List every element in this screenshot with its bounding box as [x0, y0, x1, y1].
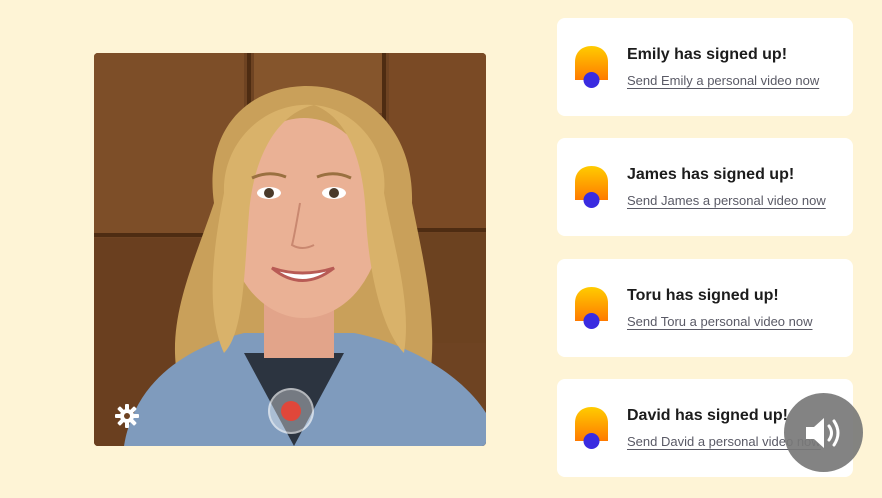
gear-icon: [115, 404, 139, 428]
sound-toggle-button[interactable]: [784, 393, 863, 472]
notification-title: James has signed up!: [627, 166, 795, 183]
record-button[interactable]: [268, 388, 314, 434]
app-logo-icon: [575, 407, 608, 449]
app-logo-icon: [575, 287, 608, 329]
app-logo-icon: [575, 166, 608, 208]
video-preview: [94, 53, 486, 446]
send-video-link[interactable]: Send Emily a personal video now: [627, 73, 819, 88]
speaker-volume-icon: [806, 418, 840, 448]
notification-title: David has signed up!: [627, 407, 788, 424]
record-icon: [281, 401, 301, 421]
send-video-link[interactable]: Send Toru a personal video now: [627, 314, 813, 329]
signup-notification-card: Emily has signed up! Send Emily a person…: [557, 18, 853, 116]
signup-notification-card: Toru has signed up! Send Toru a personal…: [557, 259, 853, 357]
send-video-link[interactable]: Send James a personal video now: [627, 193, 826, 208]
notification-title: Toru has signed up!: [627, 287, 779, 304]
notification-title: Emily has signed up!: [627, 46, 788, 63]
app-logo-icon: [575, 46, 608, 88]
settings-gear-button[interactable]: [114, 403, 140, 429]
signup-notification-card: James has signed up! Send James a person…: [557, 138, 853, 236]
